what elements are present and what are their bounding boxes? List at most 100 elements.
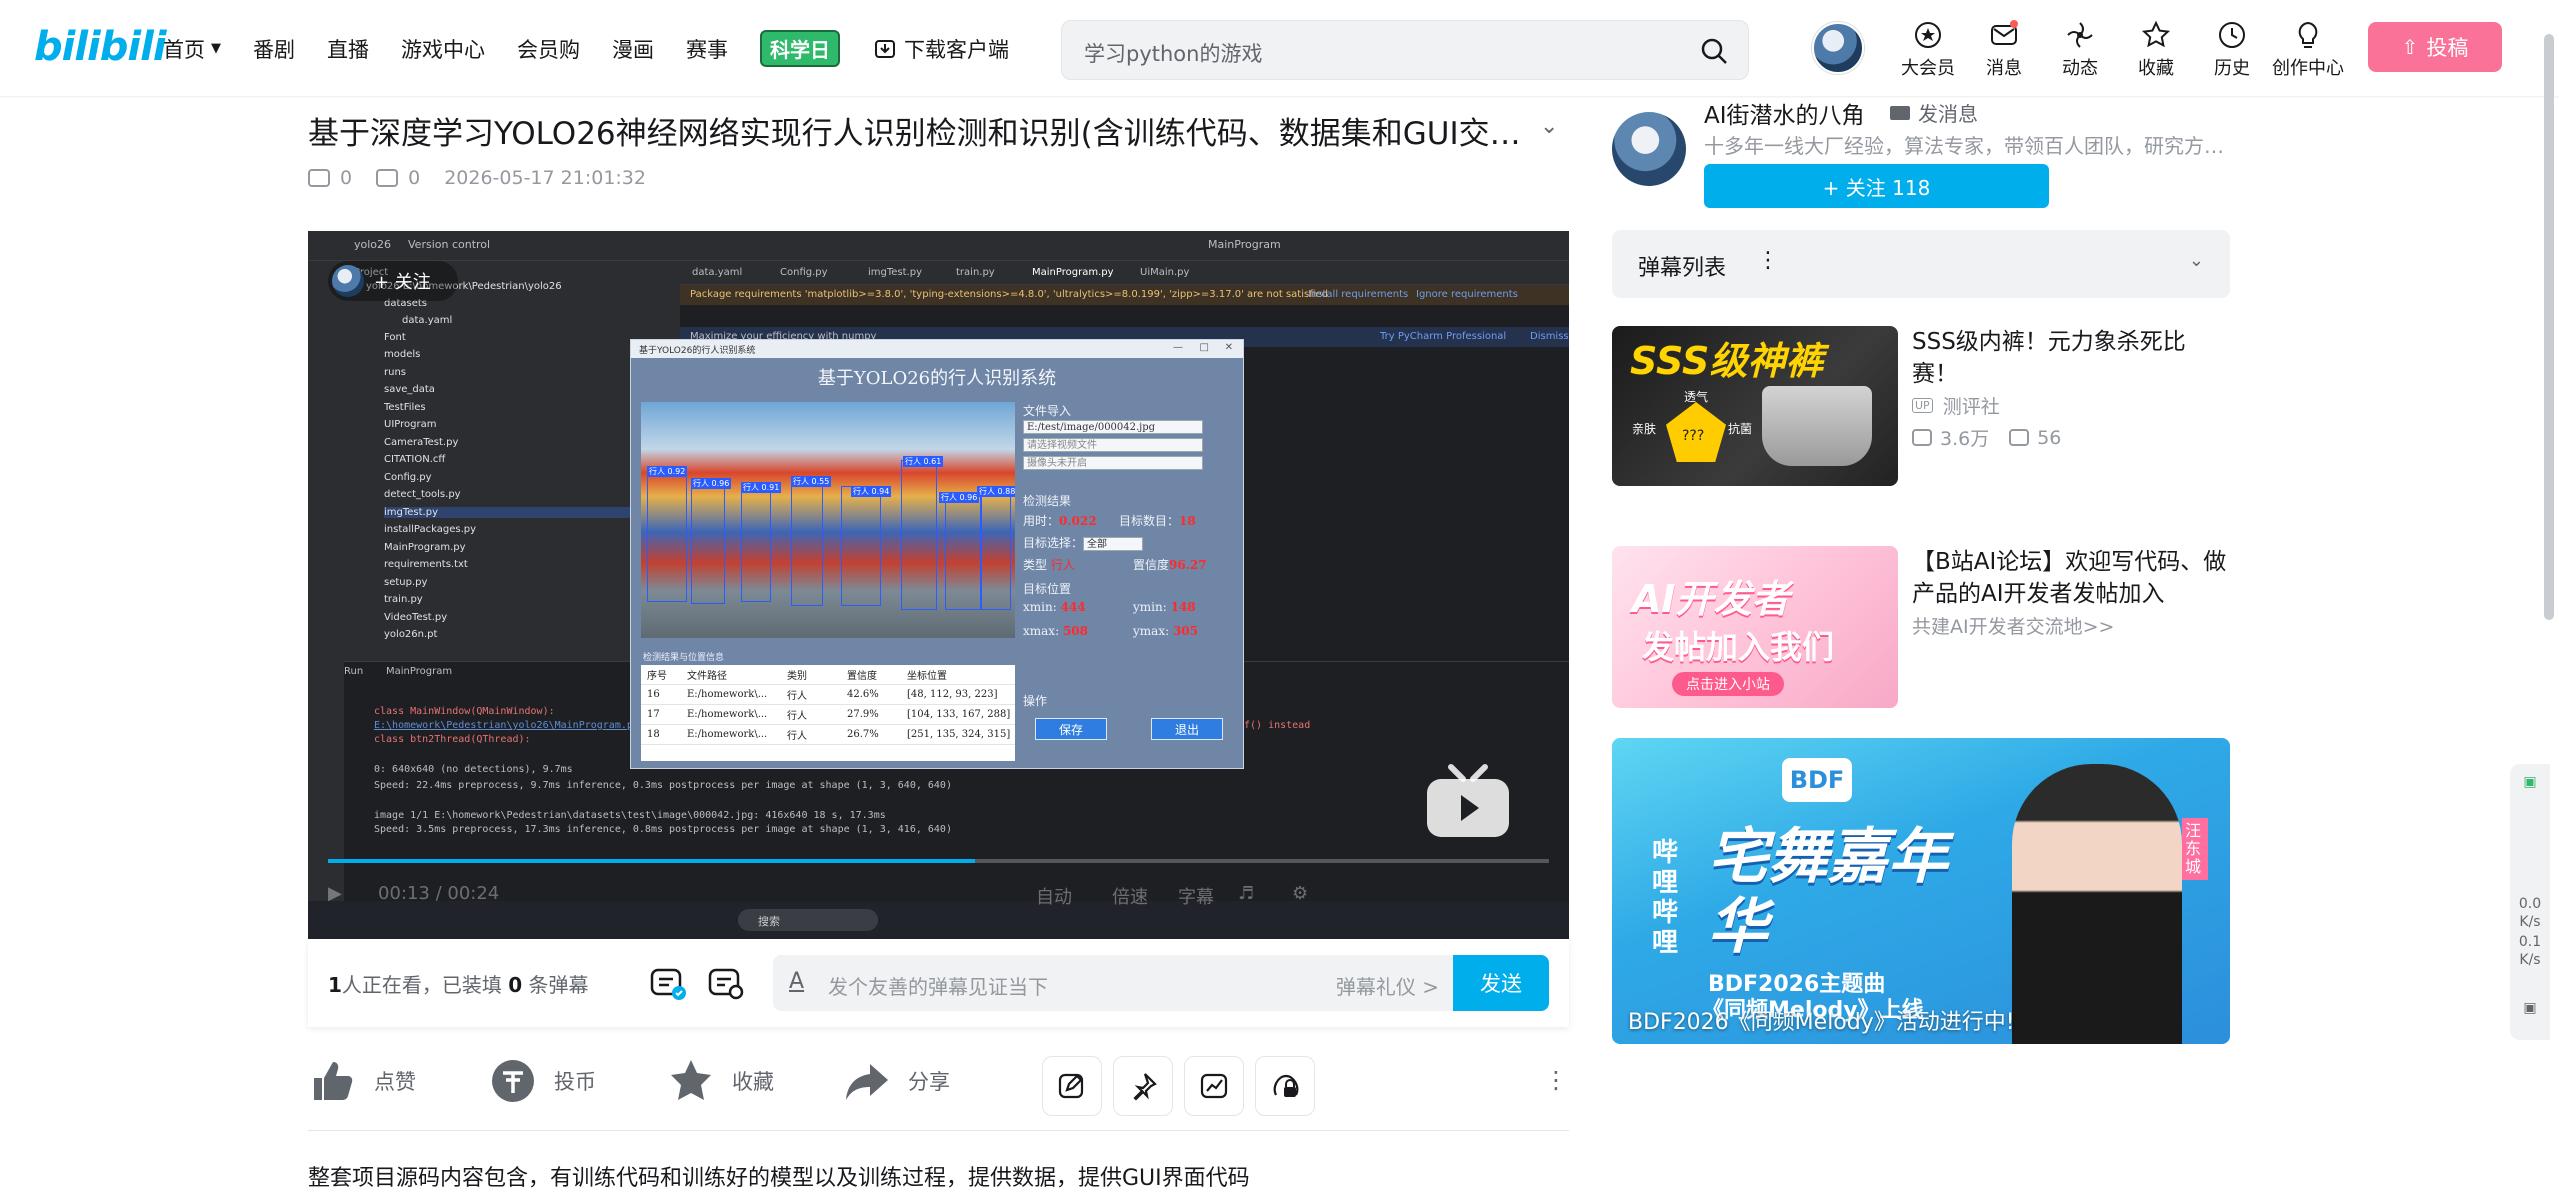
main-nav: 首页 ▼ 番剧 直播 游戏中心 会员购 漫画 赛事 科学日 下载客户端 [163, 30, 1041, 67]
detection-box [945, 492, 981, 610]
stats-button[interactable] [1184, 1056, 1244, 1116]
history-icon [2219, 22, 2245, 48]
console-line: class btn2Thread(QThread): [374, 734, 531, 745]
tree-item: data.yaml [402, 315, 453, 326]
note-button[interactable] [1042, 1056, 1102, 1116]
screenshot-icon[interactable]: ▣ [2514, 1000, 2546, 1016]
editor-tab: Config.py [780, 267, 828, 278]
vip-icon [1915, 22, 1941, 48]
subtitles[interactable]: 字幕 [1178, 883, 1214, 909]
chevron-down-icon[interactable]: ⌄ [2189, 250, 2204, 271]
ide-editor-tabs: data.yaml Config.py imgTest.py train.py … [680, 261, 1569, 285]
recommend-thumbnail[interactable]: SSS级神裤 ??? 透气 亲肤 抗菌 [1612, 326, 1898, 486]
search-input[interactable]: 学习python的游戏 [1084, 38, 1262, 68]
nav-item-bangumi[interactable]: 番剧 [253, 31, 295, 67]
like-label: 点赞 [374, 1070, 416, 1094]
quality-auto[interactable]: 自动 [1036, 883, 1072, 909]
nav-item-esports[interactable]: 赛事 [686, 31, 728, 67]
ad-thumbnail[interactable]: AI开发者 发帖加入我们 点击进入小站 [1612, 546, 1898, 708]
recommend-ad-card[interactable]: AI开发者 发帖加入我们 点击进入小站 【B站AI论坛】欢迎写代码、做产品的AI… [1612, 546, 2230, 708]
gui-results-table: 序号 文件路径 类别 置信度 坐标位置 16 E:/homework\... 行… [641, 665, 1015, 761]
gui-type-label: 类型 [1023, 558, 1048, 572]
report-button[interactable] [1255, 1056, 1315, 1116]
top-header: bilibili 首页 ▼ 番剧 直播 游戏中心 会员购 漫画 赛事 科学日 下载… [0, 0, 2559, 96]
player-follow-chip[interactable]: + 关注 [328, 261, 458, 301]
nav-item-home[interactable]: 首页 ▼ [163, 31, 221, 67]
expand-title-chevron-icon[interactable]: ⌄ [1540, 114, 1558, 139]
user-avatar[interactable] [1812, 22, 1864, 74]
danmaku-list-panel[interactable]: 弹幕列表 ⋮ ⌄ [1612, 230, 2230, 298]
recommend-author[interactable]: UP 测评社 [1912, 392, 2000, 419]
danmaku-count-icon [376, 169, 399, 187]
nav-item-live[interactable]: 直播 [327, 31, 369, 67]
danmaku-input[interactable]: A 发个友善的弹幕见证当下 弹幕礼仪 > [773, 955, 1453, 1011]
table-row: 18 E:/homework\... 行人 26.7% [251, 135, 3… [641, 725, 1015, 745]
console-line: 0: 640x640 (no detections), 9.7ms [374, 764, 573, 775]
uploader-name[interactable]: AI街潜水的八角 [1704, 96, 1865, 130]
console-line: image 1/1 E:\homework\Pedestrian\dataset… [374, 810, 886, 821]
upload-button[interactable]: ⇧ 投稿 [2368, 22, 2502, 72]
danmaku-list-options-icon[interactable]: ⋮ [1757, 248, 1779, 273]
coin-button[interactable]: 投币 [488, 1056, 596, 1106]
send-danmaku-button[interactable]: 发送 [1453, 955, 1549, 1011]
play-tv-icon[interactable] [1423, 761, 1513, 841]
settings-icon[interactable]: ⚙ [1292, 883, 1308, 904]
header-vip[interactable]: 大会员 [1890, 20, 1966, 80]
ad-title[interactable]: 【B站AI论坛】欢迎写代码、做产品的AI开发者发帖加入 [1912, 546, 2230, 610]
banner-caption: BDF2026《同频Melody》活动进行中! [1628, 1010, 2015, 1035]
table-cell: [104, 133, 167, 288] [907, 709, 1011, 720]
danmaku-etiquette-link[interactable]: 弹幕礼仪 > [1336, 971, 1439, 1000]
more-options-icon[interactable]: ⋮ [1544, 1066, 1568, 1094]
danmaku-settings-icon[interactable] [706, 963, 746, 1003]
upload-label: 投稿 [2426, 36, 2469, 60]
volume-icon[interactable]: ♬ [1238, 883, 1254, 904]
nav-item-game-center[interactable]: 游戏中心 [401, 31, 485, 67]
play-pause-icon[interactable]: ▶ [328, 883, 342, 904]
ad-subtitle-link[interactable]: 共建AI开发者交流地>> [1912, 612, 2114, 639]
console-line: Speed: 22.4ms preprocess, 9.7ms inferenc… [374, 780, 952, 791]
send-message-link[interactable]: 发消息 [1890, 98, 1978, 127]
table-header: 文件路径 [687, 671, 727, 682]
pin-button[interactable] [1113, 1056, 1173, 1116]
table-cell: 行人 [787, 691, 807, 702]
playback-speed[interactable]: 倍速 [1112, 883, 1148, 909]
send-message-label: 发消息 [1918, 102, 1978, 126]
nav-item-manga[interactable]: 漫画 [612, 31, 654, 67]
detection-box [841, 486, 881, 606]
chart-icon [1200, 1073, 1228, 1099]
play-count-icon [308, 169, 330, 187]
follow-button[interactable]: + 关注 118 [1704, 164, 2049, 208]
text-style-icon[interactable]: A [789, 969, 804, 994]
tree-item: detect_tools.py [384, 489, 461, 500]
like-button[interactable]: 点赞 [308, 1056, 416, 1106]
video-progress-bar[interactable] [328, 859, 1549, 863]
star-icon [2141, 20, 2171, 48]
bilibili-logo[interactable]: bilibili [34, 24, 167, 70]
nav-item-mall[interactable]: 会员购 [517, 31, 580, 67]
nav-science-day-badge[interactable]: 科学日 [760, 30, 840, 67]
page-scrollbar[interactable] [2544, 34, 2554, 620]
header-favorites[interactable]: 收藏 [2118, 20, 2194, 80]
recommend-title[interactable]: SSS级内裤！元力象杀死比赛！ [1912, 326, 2230, 390]
nav-item-download-client[interactable]: 下载客户端 [874, 31, 1009, 67]
share-button[interactable]: 分享 [842, 1056, 950, 1106]
console-line: Speed: 3.5ms preprocess, 17.3ms inferenc… [374, 824, 952, 835]
header-history[interactable]: 历史 [2194, 20, 2270, 80]
warning-text: Package requirements 'matplotlib>=3.8.0'… [690, 289, 1328, 300]
search-icon[interactable] [1698, 35, 1730, 67]
video-player[interactable]: yolo26 Version control MainProgram Proje… [308, 231, 1569, 939]
header-creator-center[interactable]: 创作中心 [2270, 20, 2346, 80]
hint-action: Dismiss [1530, 331, 1569, 342]
pin-icon [1133, 1073, 1157, 1101]
gui-heading: 基于YOLO26的行人识别系统 [817, 368, 1057, 389]
header-dynamic[interactable]: 动态 [2042, 20, 2118, 80]
favorite-button[interactable]: 收藏 [666, 1056, 774, 1106]
danmaku-toggle-icon[interactable] [648, 963, 688, 1003]
search-bar[interactable]: 学习python的游戏 [1061, 20, 1749, 80]
header-messages[interactable]: 消息 [1966, 20, 2042, 80]
uploader-avatar[interactable] [1612, 112, 1686, 186]
table-cell: 行人 [787, 711, 807, 722]
favorite-label: 收藏 [732, 1070, 774, 1094]
recommend-card[interactable]: SSS级神裤 ??? 透气 亲肤 抗菌 SSS级内裤！元力象杀死比赛！ UP 测评… [1612, 326, 2230, 486]
bdf-banner[interactable]: BDF 哔哩哔哩 宅舞嘉年华 BDF2026主题曲 《同频Melody》上线 汪… [1612, 738, 2230, 1044]
